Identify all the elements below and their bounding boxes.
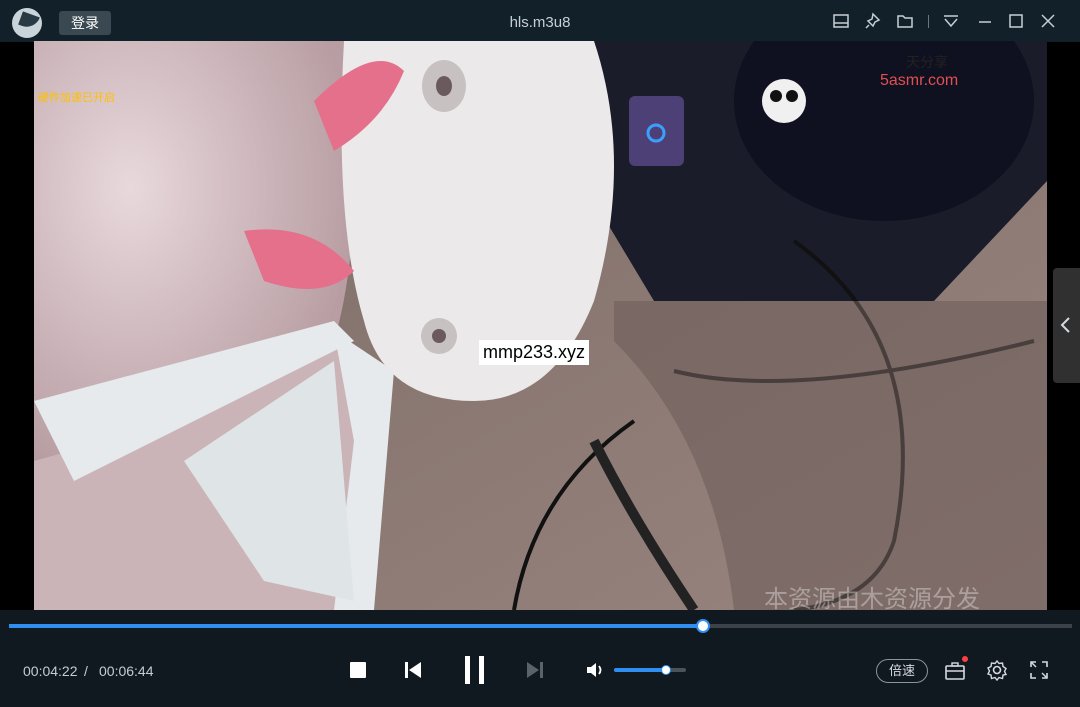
pin-icon[interactable] (864, 12, 882, 30)
pause-icon[interactable] (463, 655, 487, 685)
total-time: 00:06:44 (99, 663, 154, 679)
folder-icon[interactable] (896, 12, 914, 30)
fullscreen-icon[interactable] (1029, 660, 1049, 680)
overlay-watermark: mmp233.xyz (479, 340, 590, 365)
progress-fill (9, 624, 704, 628)
current-time: 00:04:22 (23, 663, 78, 679)
close-icon[interactable] (1039, 12, 1057, 30)
previous-icon[interactable] (403, 660, 423, 680)
notification-badge (962, 656, 968, 662)
progress-bar[interactable] (9, 619, 1072, 633)
volume-icon[interactable] (585, 660, 605, 680)
side-panel-toggle[interactable] (1053, 268, 1080, 383)
playback-speed-button[interactable]: 倍速 (876, 659, 928, 683)
video-image (34, 41, 1047, 610)
minimize-icon[interactable] (976, 12, 994, 30)
site-watermark: 5asmr.com (880, 72, 959, 89)
bottom-watermark: 本资源由木资源分发 (764, 586, 980, 610)
video-frame[interactable]: 5asmr.com 天分享 本资源由木资源分发 (34, 41, 1047, 610)
screenshot-icon[interactable] (832, 12, 850, 30)
maximize-icon[interactable] (1007, 12, 1025, 30)
next-icon[interactable] (525, 660, 545, 680)
titlebar-separator (928, 15, 929, 28)
toolbox-icon[interactable] (944, 660, 966, 682)
volume-knob[interactable] (660, 665, 671, 675)
title-bar: 登录 hls.m3u8 (0, 0, 1080, 42)
chevron-left-icon (1060, 317, 1070, 333)
volume-fill (614, 668, 666, 672)
hardware-acceleration-label: 硬件加速已开启 (38, 92, 115, 104)
time-separator: / (84, 663, 88, 679)
menu-icon[interactable] (942, 12, 960, 30)
stop-icon[interactable] (349, 661, 367, 679)
volume-slider[interactable] (614, 665, 686, 675)
settings-gear-icon[interactable] (986, 659, 1008, 681)
letterbox-left (0, 42, 34, 610)
corner-text: 天分享 (906, 54, 948, 70)
window-title: hls.m3u8 (509, 14, 571, 31)
